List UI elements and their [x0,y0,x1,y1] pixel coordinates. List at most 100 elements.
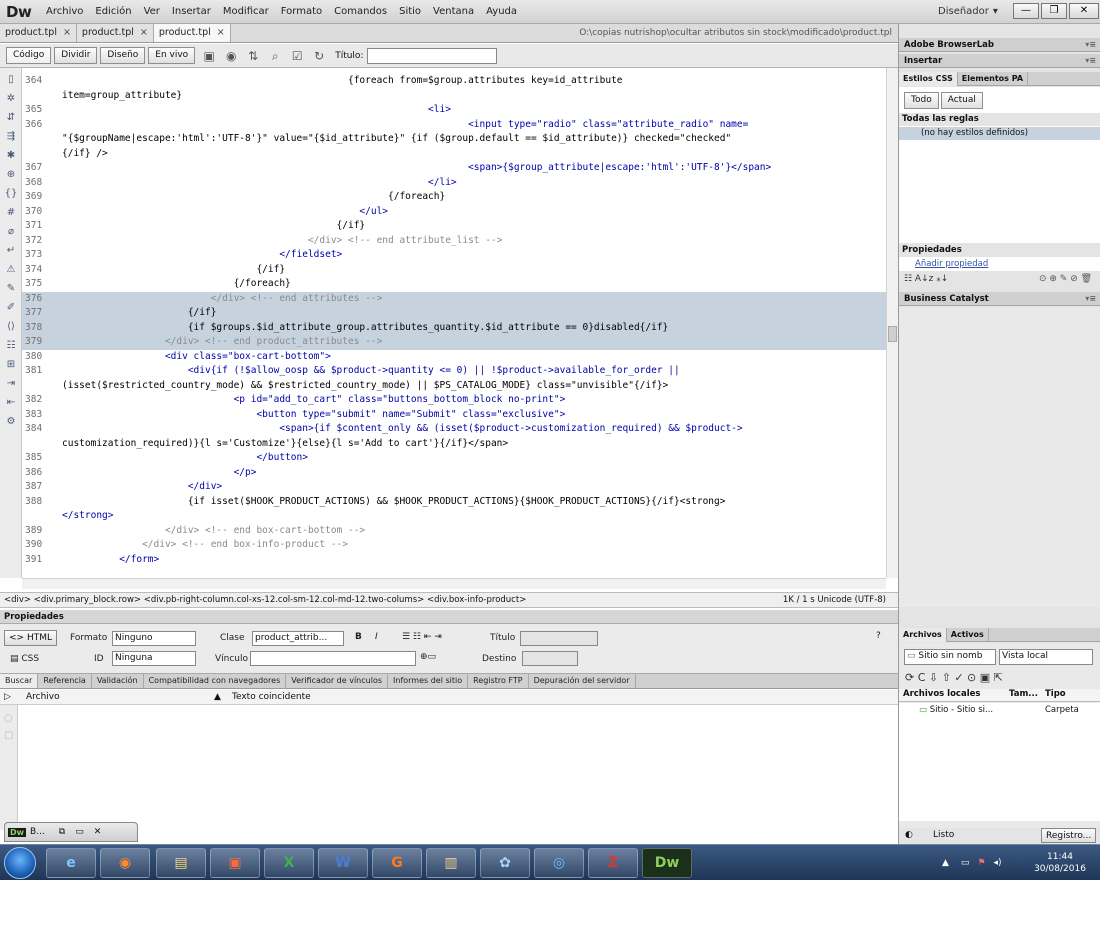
code-line[interactable]: 384 <span>{if $content_only && (isset($p… [22,422,886,437]
link-field[interactable] [250,651,416,666]
close-icon[interactable]: × [140,24,148,42]
restore-icon[interactable]: ⧉ [59,827,65,837]
code-line[interactable]: customization_required)}{l s='Customize'… [22,437,886,452]
format-source-icon[interactable]: ⚙ [3,415,19,429]
show-code-navigator-icon[interactable]: ✲ [3,92,19,106]
start-button[interactable] [4,847,36,879]
highlight-invalid-icon[interactable]: ⌀ [3,225,19,239]
pdf-icon[interactable]: G [372,848,422,878]
col-match[interactable]: Texto coincidente [232,690,311,705]
code-line[interactable]: 378 {if $groups.$id_attribute_group.attr… [22,320,886,335]
live-view-button[interactable]: En vivo [148,47,196,64]
css-mode-button[interactable]: ▤ CSS [10,654,39,664]
tab-ap-elements[interactable]: Elementos PA [958,71,1029,86]
paint-icon[interactable]: ✿ [480,848,530,878]
code-line[interactable]: 377 {/if} [22,306,886,321]
tab-compatibilidad[interactable]: Compatibilidad con navegadores [144,674,287,688]
explorer-icon[interactable]: ▤ [156,848,206,878]
tab-assets[interactable]: Activos [947,627,989,642]
panel-menu-icon[interactable]: ▾≡ [1085,54,1096,68]
code-line[interactable]: "{$groupName|escape:'html':'UTF-8'}" val… [22,132,886,147]
code-line[interactable]: 369 {/foreach} [22,190,886,205]
expand-all-icon[interactable]: ✱ [3,149,19,163]
tab-css-styles[interactable]: Estilos CSS [899,71,958,86]
refresh-icon[interactable]: ↻ [311,48,327,64]
html-mode-button[interactable]: <> HTML [4,630,57,646]
code-line[interactable]: 389 </div> <!-- end box-cart-bottom --> [22,524,886,539]
word-wrap-icon[interactable]: ↵ [3,244,19,258]
balance-braces-icon[interactable]: {} [3,187,19,201]
list-buttons[interactable]: ☰ ☷ ⇤ ⇥ [402,632,442,642]
code-view-button[interactable]: Código [6,47,52,64]
col-local-files[interactable]: Archivos locales [903,689,980,699]
bold-button[interactable]: B [355,632,362,642]
current-button[interactable]: Actual [940,92,983,109]
code-line[interactable]: 372 </div> <!-- end attribute_list --> [22,234,886,249]
code-horizontal-scrollbar[interactable] [22,578,886,589]
tab-validacion[interactable]: Validación [92,674,144,688]
panel-menu-icon[interactable]: ▾≡ [1085,292,1096,306]
word-icon[interactable]: W [318,848,368,878]
syntax-error-icon[interactable]: ⚠ [3,263,19,277]
firefox-icon[interactable]: ◉ [100,848,150,878]
stop-icon[interactable]: ○ [4,713,17,724]
restore-button[interactable]: ❐ [1041,3,1067,19]
code-line[interactable]: 367 <span>{$group_attribute|escape:'html… [22,161,886,176]
code-line[interactable]: 391 </form> [22,553,886,568]
filezilla-icon[interactable]: Z [588,848,638,878]
id-select[interactable]: Ninguna [112,651,196,666]
tab-buscar[interactable]: Buscar [0,674,39,688]
log-button[interactable]: Registro... [1041,828,1097,843]
add-property-link[interactable]: Añadir propiedad [899,257,1100,271]
close-icon[interactable]: × [217,24,225,42]
close-button[interactable]: ✕ [1069,3,1099,19]
design-view-button[interactable]: Diseño [100,47,146,64]
code-line[interactable]: 387 </div> [22,480,886,495]
properties-header[interactable]: Propiedades [0,610,898,624]
tab-files[interactable]: Archivos [899,627,947,642]
list-item[interactable]: ▭ Sitio - Sitio si... [919,705,993,715]
split-view-button[interactable]: Dividir [54,47,98,64]
select-parent-tag-icon[interactable]: ⊕ [3,168,19,182]
no-styles-item[interactable]: (no hay estilos definidos) [899,127,1100,140]
more-info-icon[interactable]: ▢ [4,730,17,741]
menu-comandos[interactable]: Comandos [328,0,393,24]
panel-menu-icon[interactable]: ▾≡ [1085,38,1096,52]
code-line[interactable]: 375 {/foreach} [22,277,886,292]
class-select[interactable]: product_attrib... [252,631,344,646]
code-line[interactable]: 388 {if isset($HOOK_PRODUCT_ACTIONS) && … [22,495,886,510]
close-icon[interactable]: × [63,24,71,42]
view-select[interactable]: Vista local [999,649,1093,665]
tab-informes[interactable]: Informes del sitio [388,674,469,688]
format-select[interactable]: Ninguno [112,631,196,646]
apply-comment-icon[interactable]: ✎ [3,282,19,296]
code-line[interactable]: 376 </div> <!-- end attributes --> [22,291,886,306]
menu-sitio[interactable]: Sitio [393,0,427,24]
preview-browser-icon[interactable]: ◉ [223,48,239,64]
menu-formato[interactable]: Formato [275,0,328,24]
wrap-tag-icon[interactable]: ⟨⟩ [3,320,19,334]
code-line[interactable]: 386 </p> [22,466,886,481]
code-line[interactable]: 373 </fieldset> [22,248,886,263]
code-line[interactable]: 371 {/if} [22,219,886,234]
code-line[interactable]: 382 <p id="add_to_cart" class="buttons_b… [22,393,886,408]
col-file[interactable]: Archivo [26,690,60,705]
tab-referencia[interactable]: Referencia [38,674,92,688]
menu-insertar[interactable]: Insertar [166,0,217,24]
code-line[interactable]: 366 <input type="radio" class="attribute… [22,118,886,133]
tab-depuracion[interactable]: Depuración del servidor [529,674,636,688]
minimize-button[interactable]: — [1013,3,1039,19]
ie-icon[interactable]: e [46,848,96,878]
doc-tab-1[interactable]: product.tpl × [0,24,77,42]
code-line[interactable]: 370 </ul> [22,205,886,220]
clock[interactable]: 11:44 30/08/2016 [1030,851,1090,875]
collapse-tag-icon[interactable]: ⇵ [3,111,19,125]
code-line[interactable]: 365 <li> [22,103,886,118]
browserlab-panel[interactable]: Adobe BrowserLab ▾≡ [899,38,1100,52]
menu-ventana[interactable]: Ventana [427,0,480,24]
code-line[interactable]: 368 </li> [22,176,886,191]
close-icon[interactable]: ✕ [94,827,102,837]
maximize-icon[interactable]: ▭ [75,827,84,837]
doc-tab-3[interactable]: product.tpl × [153,24,231,42]
code-line[interactable]: </strong> [22,509,886,524]
